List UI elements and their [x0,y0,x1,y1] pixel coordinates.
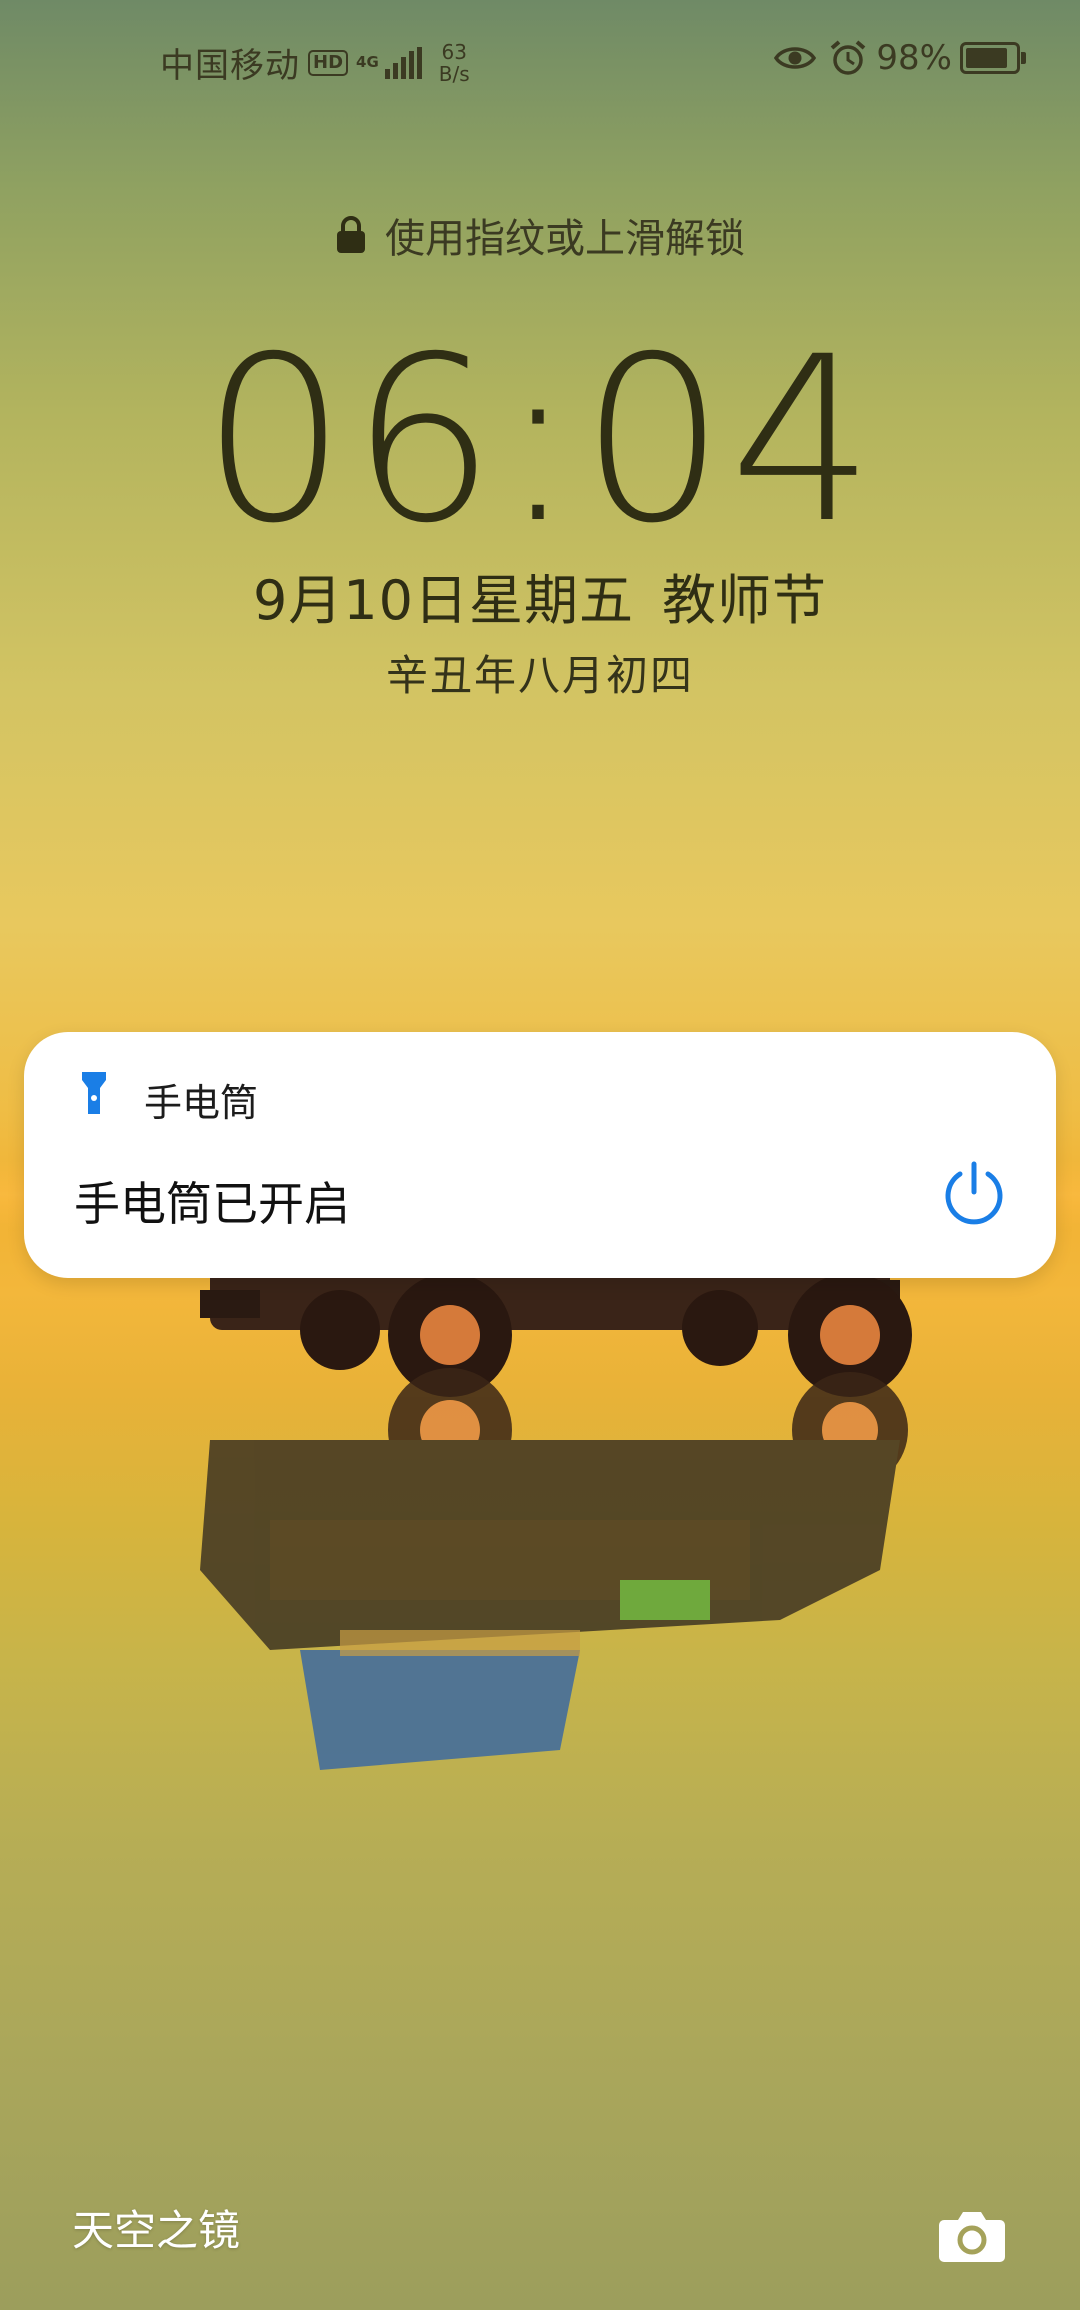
net-speed-unit: B/s [438,61,470,86]
clock-time: 06:04 [201,307,879,573]
status-left: 中国移动 HD 4G 63 B/s [160,38,470,87]
notification-title: 手电筒已开启 [74,1177,350,1231]
lock-screen[interactable]: 中国移动 HD 4G 63 B/s 98% 使用指纹或上滑解锁 06:04 9月… [0,0,1080,2310]
camera-icon[interactable] [938,2208,1006,2262]
status-bar: 中国移动 HD 4G 63 B/s 98% [0,38,1080,88]
unlock-hint: 使用指纹或上滑解锁 [0,206,1080,264]
hd-badge: HD [308,49,349,76]
eye-icon [774,47,817,69]
date-text: 9月10日星期五 [252,569,635,632]
battery-percent: 98% [876,38,952,78]
lunar-date: 辛丑年八月初四 [385,651,694,700]
wallpaper-name[interactable]: 天空之镜 [72,2197,240,2258]
date-line: 9月10日星期五 教师节 [0,556,1080,635]
holiday-text: 教师节 [662,569,828,632]
net-speed-value: 63 [441,39,467,64]
flashlight-notification[interactable]: 手电筒 手电筒已开启 [24,1032,1056,1278]
unlock-hint-text: 使用指纹或上滑解锁 [385,216,745,262]
lock-icon [337,216,365,253]
network-type: 4G [356,53,379,71]
alarm-icon [831,40,866,75]
battery-fill [966,48,1007,68]
status-right: 98% [774,38,1026,78]
notification-app-name: 手电筒 [144,1081,259,1125]
carrier-name: 中国移动 [160,46,300,86]
net-speed: 63 B/s [439,41,470,85]
signal-icon [384,46,425,79]
battery-icon [960,42,1026,74]
flashlight-icon [82,1072,106,1114]
power-icon[interactable] [940,1160,1008,1228]
